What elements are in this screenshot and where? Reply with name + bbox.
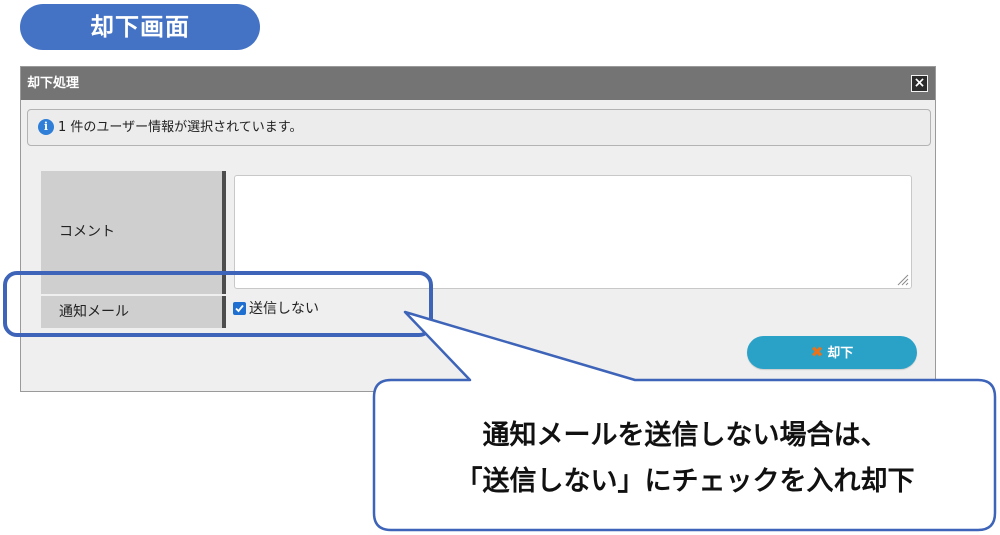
callout-line-1: 通知メールを送信しない場合は、 — [482, 420, 888, 451]
callout-text: 通知メールを送信しない場合は、 「送信しない」にチェックを入れ却下 — [375, 413, 995, 505]
callout-line-2: 「送信しない」にチェックを入れ却下 — [455, 466, 915, 497]
